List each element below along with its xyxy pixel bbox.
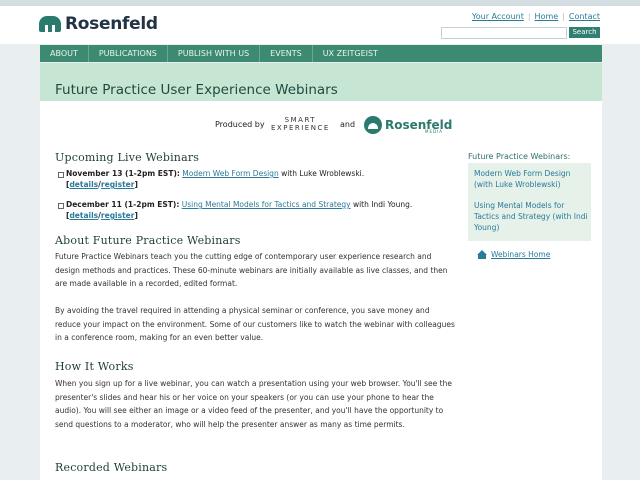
produced-by: Produced by SMART EXPERIENCE and Rosenfe… [0,116,640,146]
search-input[interactable] [441,27,567,39]
smart-line1: SMART [284,116,317,124]
upcoming-heading: Upcoming Live Webinars [55,151,200,164]
list-item: November 13 (1-2pm EST): Modern Web Form… [58,168,446,190]
home-link[interactable]: Home [535,12,559,21]
rosenfeld-logo-icon [364,116,382,134]
nav-about[interactable]: ABOUT [40,45,89,62]
register-link[interactable]: register [101,180,135,189]
webinar-date: December 11 (1-2pm EST): [66,200,180,209]
about-heading: About Future Practice Webinars [55,234,241,247]
webinars-home[interactable]: Webinars Home [477,250,550,259]
nav-events[interactable]: EVENTS [260,45,313,62]
webinar-date: November 13 (1-2pm EST): [66,169,180,178]
produced-by-label: Produced by [215,120,265,129]
sidebar-item-mental-models[interactable]: Using Mental Models for Tactics and Stra… [474,200,589,233]
main-nav: ABOUT PUBLICATIONS PUBLISH WITH US EVENT… [40,45,602,62]
details-link[interactable]: details [69,180,98,189]
recorded-heading: Recorded Webinars [55,461,168,474]
your-account-link[interactable]: Your Account [472,12,524,21]
contact-link[interactable]: Contact [569,12,600,21]
details-link[interactable]: details [69,211,98,220]
about-paragraph-1: Future Practice Webinars teach you the c… [55,252,448,288]
how-paragraph: When you sign up for a live webinar, you… [55,379,452,429]
about-paragraph-2: By avoiding the travel required in atten… [55,306,455,342]
nav-publications[interactable]: PUBLICATIONS [89,45,168,62]
how-heading: How It Works [55,360,134,373]
rosenfeld-logo-sub: MEDIA [425,129,443,134]
webinar-title-link[interactable]: Modern Web Form Design [182,169,278,178]
sidebar-title: Future Practice Webinars: [468,152,571,161]
home-icon [477,250,487,259]
smart-line2: EXPERIENCE [271,124,330,132]
webinar-title-link[interactable]: Using Mental Models for Tactics and Stra… [182,200,351,209]
webinar-presenter: with Luke Wroblewski. [278,169,365,178]
nav-ux-zeitgeist[interactable]: UX ZEITGEIST [313,45,388,62]
smart-experience-logo[interactable]: SMART EXPERIENCE [271,116,330,132]
list-item: December 11 (1-2pm EST): Using Mental Mo… [58,199,446,221]
page-banner: Future Practice User Experience Webinars [40,63,602,102]
page-title: Future Practice User Experience Webinars [55,82,338,98]
webinars-home-link[interactable]: Webinars Home [491,250,550,259]
search-button[interactable]: Search [569,27,600,38]
utility-links: Your Account | Home | Contact [471,12,600,21]
elephant-logo-icon [39,16,61,32]
sidebar-box: Modern Web Form Design (with Luke Wroble… [468,163,591,241]
rosenfeld-media-logo[interactable]: Rosenfeld MEDIA [364,116,452,134]
webinar-presenter: with Indi Young. [350,200,413,209]
register-link[interactable]: register [101,211,135,220]
site-logo[interactable]: Rosenfeld [39,14,158,34]
and-label: and [340,120,356,129]
logo-text: Rosenfeld [65,14,158,34]
nav-publish-with-us[interactable]: PUBLISH WITH US [168,45,261,62]
sidebar-item-web-form[interactable]: Modern Web Form Design (with Luke Wroble… [474,168,589,190]
